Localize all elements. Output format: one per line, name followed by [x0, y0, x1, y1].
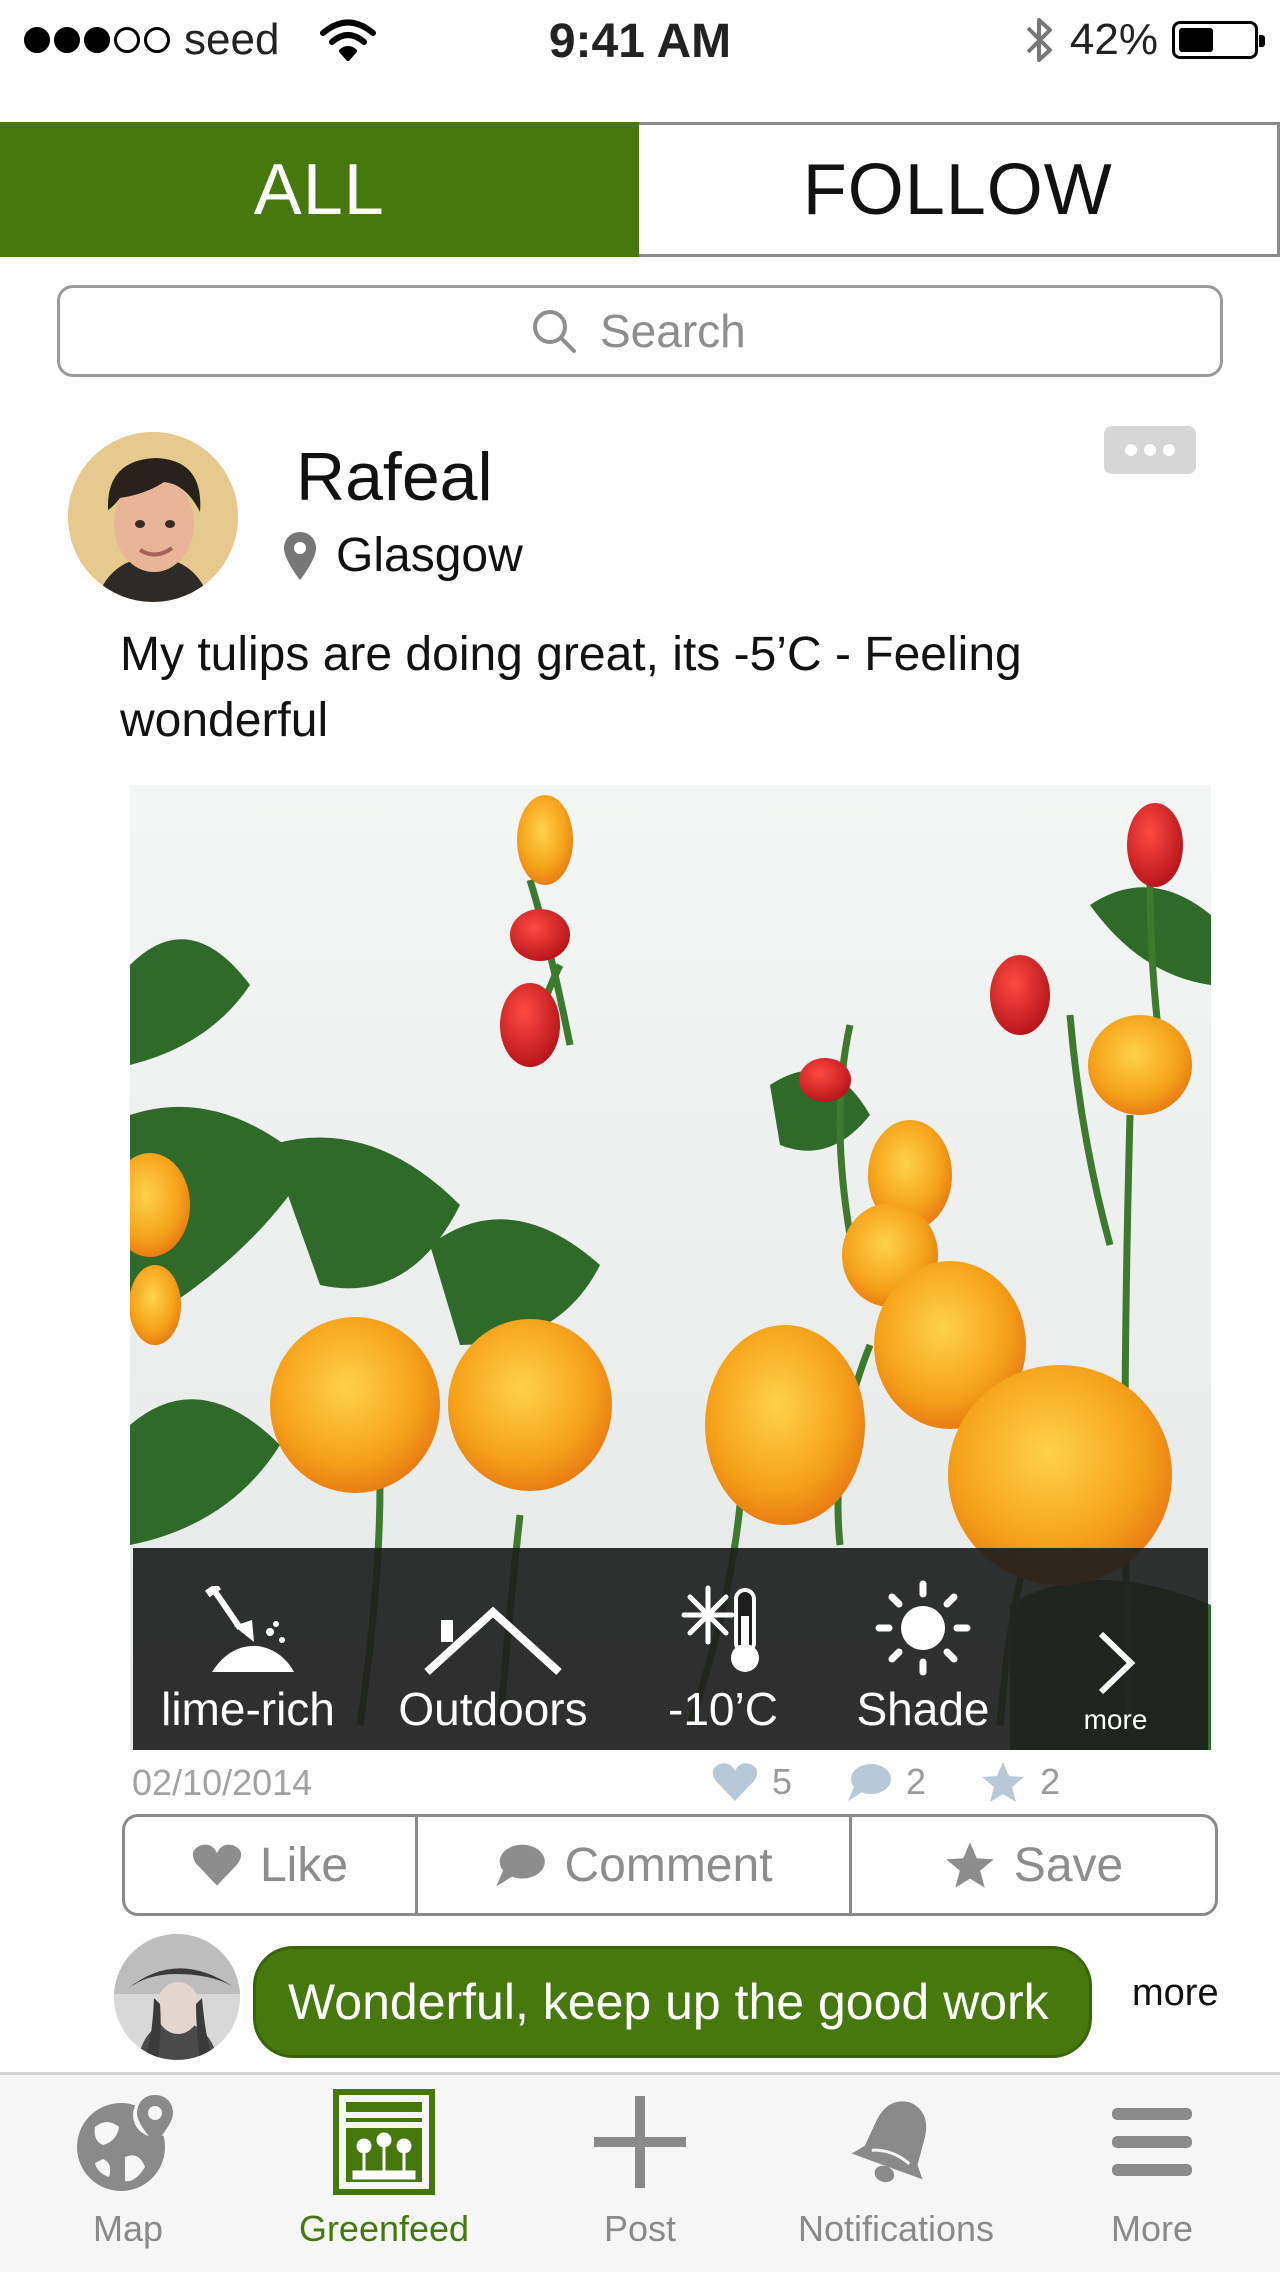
star-icon	[946, 1842, 994, 1888]
post-date: 02/10/2014	[132, 1762, 313, 1803]
like-button[interactable]: Like	[125, 1817, 415, 1913]
attribute-temperature: -10’C	[623, 1548, 823, 1750]
speech-bubble-icon	[848, 1764, 892, 1801]
search-input[interactable]	[600, 304, 750, 358]
attribute-soil: lime-rich	[133, 1548, 363, 1750]
bell-icon	[851, 2101, 927, 2183]
post-location: Glasgow	[282, 528, 523, 583]
frost-thermometer-icon	[681, 1585, 759, 1672]
tab-post-label: Post	[603, 2208, 677, 2249]
tab-greenfeed[interactable]: Greenfeed	[256, 2075, 512, 2272]
heart-icon	[712, 1763, 758, 1801]
plus-icon	[594, 2096, 686, 2188]
battery-icon	[1172, 21, 1265, 59]
attribute-light: Shade	[823, 1548, 1023, 1750]
attribute-location-type: Outdoors	[363, 1548, 623, 1750]
tab-notifications[interactable]: Notifications	[768, 2075, 1024, 2272]
tab-post[interactable]: Post	[512, 2075, 768, 2272]
comments-count: 2	[846, 1761, 926, 1803]
speech-bubble-icon	[496, 1844, 546, 1887]
tab-follow[interactable]: FOLLOW	[638, 122, 1280, 257]
attribute-light-label: Shade	[856, 1683, 990, 1735]
star-icon	[982, 1762, 1025, 1802]
soil-shovel-icon	[204, 1586, 294, 1672]
post-photo[interactable]: lime-rich Outdoors -10’C Shade more	[130, 785, 1211, 1750]
post-actions: Like Comment Save	[122, 1814, 1218, 1916]
save-button[interactable]: Save	[849, 1817, 1215, 1913]
comments-more-link[interactable]: more	[1132, 1972, 1219, 2015]
ellipsis-icon	[1125, 444, 1137, 456]
outdoors-roof-icon	[424, 1606, 562, 1675]
author-avatar[interactable]	[68, 432, 238, 602]
attribute-temperature-label: -10’C	[668, 1683, 778, 1735]
tab-map[interactable]: Map	[0, 2075, 256, 2272]
battery-percent: 42%	[1069, 15, 1158, 64]
status-right: 42%	[1022, 14, 1265, 66]
attributes-more-label: more	[1083, 1704, 1148, 1735]
feed-filter-segment: ALL FOLLOW	[0, 122, 1280, 257]
tab-all[interactable]: ALL	[0, 122, 639, 257]
attributes-more-button[interactable]: more	[1023, 1548, 1208, 1750]
chevron-right-icon	[1098, 1631, 1135, 1695]
attribute-location-type-label: Outdoors	[398, 1683, 588, 1735]
search-bar[interactable]	[57, 285, 1223, 377]
search-icon	[533, 310, 576, 353]
tab-greenfeed-label: Greenfeed	[298, 2208, 470, 2249]
comment-bubble: Wonderful, keep up the good work	[253, 1946, 1092, 2058]
tab-map-label: Map	[92, 2208, 164, 2249]
author-name[interactable]: Rafeal	[296, 438, 493, 516]
saves-count: 2	[980, 1760, 1060, 1804]
bottom-tab-bar: Map Greenfeed Post Notifications More	[0, 2072, 1280, 2272]
post-stats: 5 2 2	[712, 1760, 1114, 1804]
attribute-soil-label: lime-rich	[161, 1683, 335, 1735]
plant-attributes-bar: lime-rich Outdoors -10’C Shade more	[133, 1548, 1208, 1750]
menu-icon	[1112, 2108, 1192, 2176]
status-bar: seed 9:41 AM 42%	[0, 0, 1280, 80]
likes-count: 5	[712, 1761, 792, 1803]
comment-button[interactable]: Comment	[415, 1817, 849, 1913]
commenter-avatar[interactable]	[114, 1934, 240, 2060]
globe-pin-icon	[77, 2093, 177, 2191]
post-text: My tulips are doing great, its -5’C - Fe…	[120, 628, 1022, 747]
heart-icon	[192, 1844, 242, 1886]
tab-more[interactable]: More	[1024, 2075, 1280, 2272]
location-label: Glasgow	[336, 529, 523, 582]
tab-more-label: More	[1110, 2208, 1194, 2249]
location-pin-icon	[284, 531, 316, 580]
greenfeed-icon	[333, 2089, 435, 2195]
post-options-button[interactable]	[1104, 426, 1196, 474]
tab-notifications-label: Notifications	[797, 2208, 995, 2249]
bluetooth-icon	[1026, 18, 1052, 62]
sun-icon	[875, 1580, 971, 1676]
